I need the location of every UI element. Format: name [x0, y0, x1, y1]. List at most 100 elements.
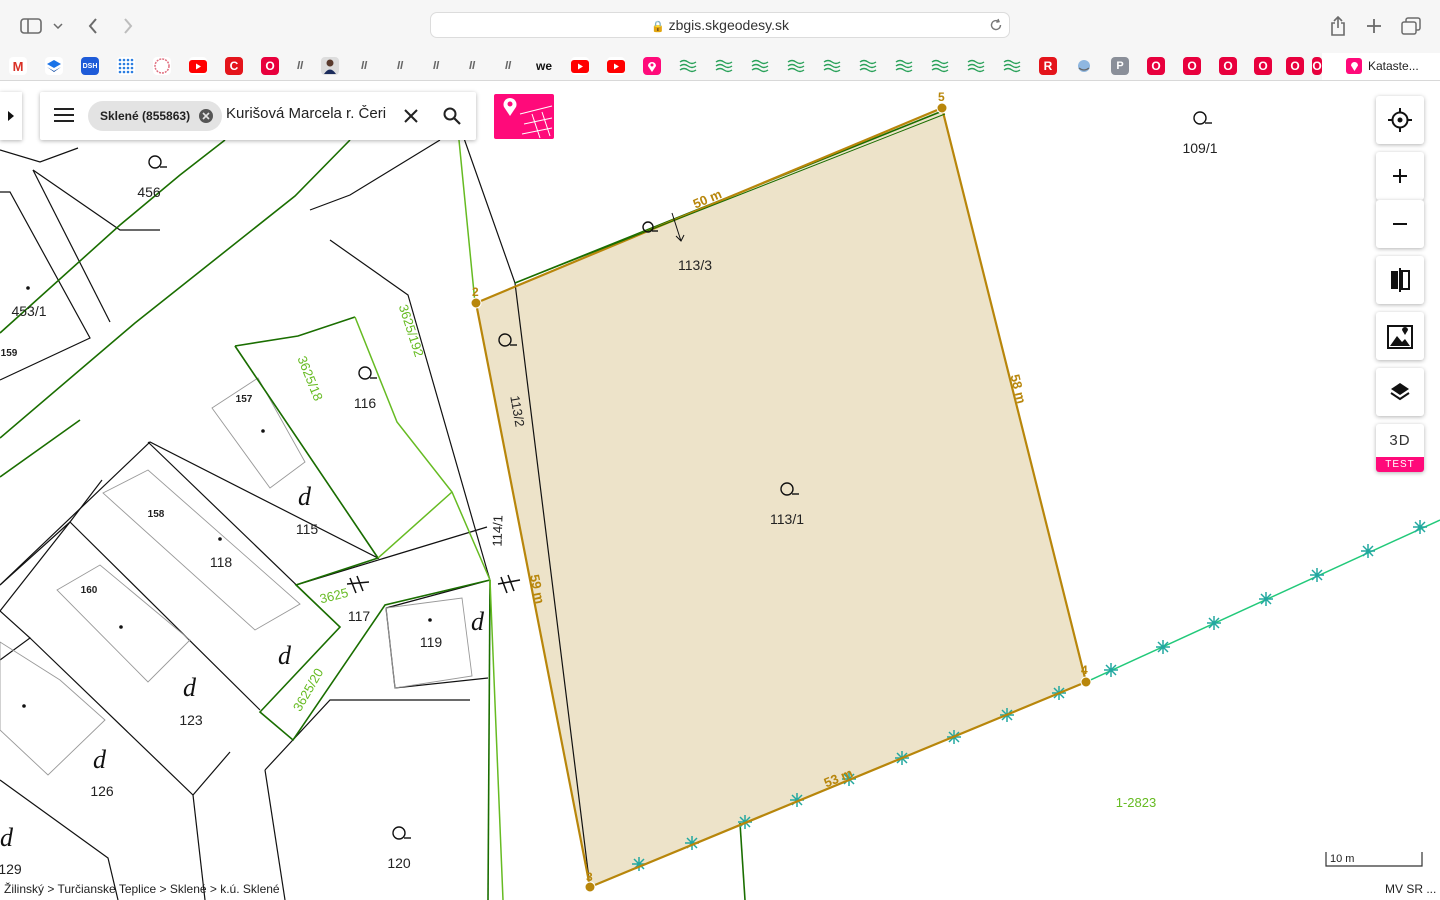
parcel-label-1-2823: 1-2823: [1116, 795, 1156, 810]
globe-bookmark-icon[interactable]: [1075, 57, 1093, 75]
waves-bookmark-icon[interactable]: [1003, 57, 1021, 75]
map-pin-logo-icon: [503, 98, 553, 139]
handwriting-bookmark-icon[interactable]: ll: [355, 57, 373, 75]
share-icon[interactable]: [1325, 13, 1351, 39]
o-bookmark-icon[interactable]: O: [1254, 57, 1272, 75]
chevron-down-icon[interactable]: [48, 13, 68, 39]
location-chip[interactable]: Sklené (855863): [88, 101, 223, 131]
crosshair-icon: [1388, 108, 1412, 132]
grid-bookmark-icon[interactable]: [117, 57, 135, 75]
handwriting-bookmark-icon[interactable]: ll: [427, 57, 445, 75]
parcel-label-119: 119: [420, 634, 443, 650]
waves-bookmark-icon[interactable]: [751, 57, 769, 75]
map-attribution[interactable]: MV SR ...: [1385, 882, 1436, 896]
scale-bar: 10 m: [1325, 852, 1423, 867]
o-bookmark-icon[interactable]: O: [1312, 57, 1322, 75]
address-bar[interactable]: 🔒 zbgis.skgeodesy.sk: [430, 12, 1010, 38]
map-pin-bookmark-icon: [1346, 58, 1362, 74]
gmail-icon[interactable]: M: [9, 57, 27, 75]
parcel-label-3625-18: 3625/18: [294, 354, 326, 403]
vertex-number-2: 2: [472, 285, 479, 299]
dsh-bookmark-icon[interactable]: DSH: [81, 57, 99, 75]
bookmark-tab-kataster[interactable]: Kataste...: [1322, 53, 1440, 80]
search-icon[interactable]: [443, 107, 461, 130]
waves-bookmark-icon[interactable]: [679, 57, 697, 75]
clear-search-icon[interactable]: [404, 109, 418, 128]
base-map-button[interactable]: [1376, 312, 1424, 360]
waves-bookmark-icon[interactable]: [859, 57, 877, 75]
building-label-159: 159: [1, 348, 18, 359]
lock-icon: 🔒: [651, 21, 665, 33]
we-bookmark-icon[interactable]: we: [535, 57, 553, 75]
compare-maps-button[interactable]: [1376, 256, 1424, 304]
tab-overview-icon[interactable]: [1398, 13, 1424, 39]
browser-toolbar: 🔒 zbgis.skgeodesy.sk: [0, 0, 1440, 52]
vertex-number-3: 3: [586, 870, 593, 884]
r-bookmark-icon[interactable]: R: [1039, 57, 1057, 75]
bookmark-tab-label: Kataste...: [1368, 59, 1419, 73]
youtube-icon[interactable]: [571, 57, 589, 75]
meadow-symbol-icon: [1193, 111, 1212, 125]
3d-label: 3D: [1389, 432, 1411, 449]
bookmark-icon[interactable]: [45, 57, 63, 75]
vertex-number-4: 4: [1081, 663, 1088, 677]
menu-icon[interactable]: [54, 107, 74, 128]
new-tab-icon[interactable]: [1361, 13, 1387, 39]
p-bookmark-icon[interactable]: P: [1111, 57, 1129, 75]
compare-icon: [1391, 268, 1410, 292]
parcel-label-116: 116: [354, 395, 377, 411]
youtube-icon[interactable]: [189, 57, 207, 75]
svg-text:d: d: [298, 482, 312, 511]
garden-symbols: d d d d d d: [0, 482, 485, 852]
chevron-right-icon: [8, 111, 14, 121]
waves-bookmark-icon[interactable]: [967, 57, 985, 75]
youtube-icon[interactable]: [607, 57, 625, 75]
search-input[interactable]: Kurišová Marcela r. Čeri: [226, 105, 392, 122]
cadastral-map[interactable]: 2 5 4 3 50 m 58 m 53 m 59 m d d d d d d …: [0, 81, 1440, 900]
parcel-label-3625-192: 3625/192: [396, 303, 427, 359]
parcel-label-3625-20: 3625/20: [290, 666, 326, 714]
reload-icon[interactable]: [989, 18, 1003, 37]
o-bookmark-icon[interactable]: O: [1286, 57, 1304, 75]
svg-text:d: d: [0, 823, 14, 852]
parcel-label-118: 118: [210, 554, 233, 570]
handwriting-bookmark-icon[interactable]: ll: [463, 57, 481, 75]
parcel-label-453-1: 453/1: [11, 303, 46, 319]
zoom-out-button[interactable]: [1376, 200, 1424, 248]
parcel-label-456: 456: [137, 184, 161, 200]
o-bookmark-icon[interactable]: O: [1219, 57, 1237, 75]
parcel-boundaries: [0, 126, 591, 900]
map-pin-bookmark-icon[interactable]: [643, 57, 661, 75]
waves-bookmark-icon[interactable]: [787, 57, 805, 75]
c-bookmark-icon[interactable]: C: [225, 57, 243, 75]
cadastre-logo-button[interactable]: [494, 94, 554, 139]
sidebar-toggle-icon[interactable]: [18, 13, 44, 39]
green-boundaries: [354, 129, 504, 900]
chip-remove-icon[interactable]: [199, 109, 214, 123]
handwriting-bookmark-icon[interactable]: ll: [291, 57, 309, 75]
handwriting-bookmark-icon[interactable]: ll: [499, 57, 517, 75]
o-bookmark-icon[interactable]: O: [1183, 57, 1201, 75]
svg-text:d: d: [471, 607, 485, 636]
o-bookmark-icon[interactable]: O: [1147, 57, 1165, 75]
waves-bookmark-icon[interactable]: [895, 57, 913, 75]
zoom-in-button[interactable]: [1376, 152, 1424, 200]
waves-bookmark-icon[interactable]: [715, 57, 733, 75]
panel-toggle-button[interactable]: [0, 92, 22, 140]
flower-bookmark-icon[interactable]: [153, 57, 171, 75]
layers-button[interactable]: [1376, 368, 1424, 416]
parcel-label-117: 117: [348, 608, 371, 624]
back-arrow-icon[interactable]: [80, 13, 106, 39]
handwriting-bookmark-icon[interactable]: ll: [391, 57, 409, 75]
3d-test-button[interactable]: 3D TEST: [1376, 424, 1424, 472]
waves-bookmark-icon[interactable]: [823, 57, 841, 75]
forward-arrow-icon[interactable]: [115, 13, 141, 39]
parcel-label-114-1: 114/1: [489, 515, 505, 547]
building-label-157: 157: [236, 394, 253, 405]
my-location-button[interactable]: [1376, 96, 1424, 144]
waves-bookmark-icon[interactable]: [931, 57, 949, 75]
person-bookmark-icon[interactable]: [321, 57, 339, 75]
parcel-label-113-3: 113/3: [678, 257, 712, 273]
meadow-symbol-icon: [392, 826, 411, 840]
o-bookmark-icon[interactable]: O: [261, 57, 279, 75]
